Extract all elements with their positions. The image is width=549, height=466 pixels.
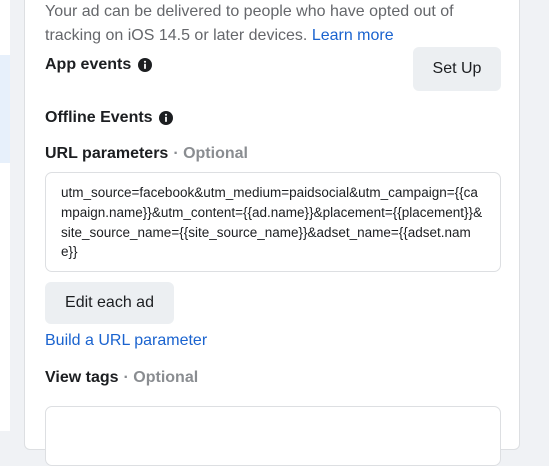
offline-events-label: Offline Events	[45, 109, 153, 126]
build-url-parameter-link[interactable]: Build a URL parameter	[45, 331, 207, 351]
view-tags-field[interactable]	[45, 406, 501, 466]
url-parameters-header: URL parameters · Optional	[45, 145, 248, 163]
optional-label: · Optional	[123, 369, 199, 386]
learn-more-link[interactable]: Learn more	[312, 27, 394, 44]
app-events-setup-button[interactable]: Set Up	[413, 47, 501, 91]
view-tags-label: View tags	[45, 369, 119, 386]
edit-each-ad-button[interactable]: Edit each ad	[45, 282, 174, 324]
offline-events-header: Offline Events	[45, 109, 174, 127]
ios-tracking-notice: Your ad can be delivered to people who h…	[45, 0, 495, 48]
info-icon[interactable]	[137, 58, 152, 73]
view-tags-header: View tags · Optional	[45, 369, 198, 387]
app-events-label: App events	[45, 56, 132, 73]
url-parameters-field[interactable]: utm_source=facebook&utm_medium=paidsocia…	[45, 172, 501, 272]
app-events-header: App events	[45, 56, 152, 74]
info-icon[interactable]	[159, 111, 174, 126]
optional-label: · Optional	[173, 145, 248, 162]
page-scrollbar[interactable]	[543, 0, 549, 431]
url-parameters-label: URL parameters	[45, 145, 169, 162]
sidebar-selected-highlight	[0, 55, 10, 163]
